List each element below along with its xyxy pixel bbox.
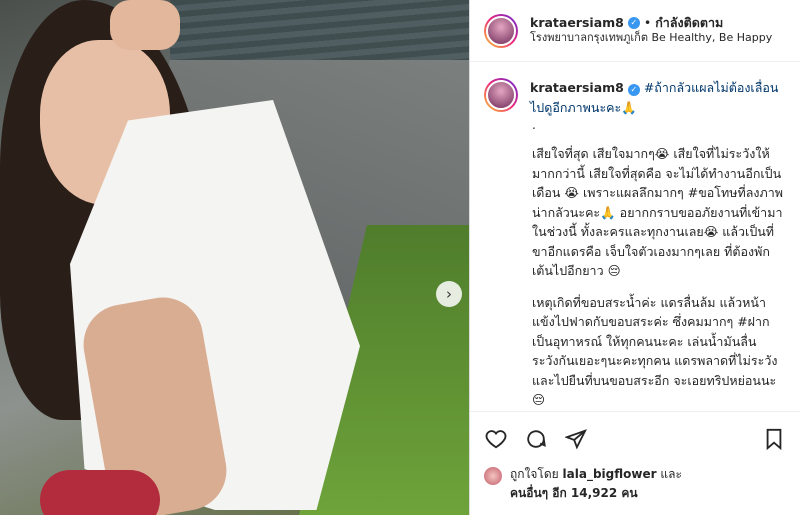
- verified-badge-icon: ✓: [627, 17, 640, 30]
- username-link[interactable]: krataersiam8: [530, 15, 624, 31]
- caption-area[interactable]: krataersiam8 ✓ #ถ้ากลัวแผลไม่ต้องเลื่อนไ…: [470, 62, 800, 411]
- action-bar: [470, 411, 800, 465]
- instagram-post-window: › krataersiam8 ✓ • กำลังติดตาม โรงพยาบาล…: [0, 0, 800, 515]
- post-side-panel: krataersiam8 ✓ • กำลังติดตาม โรงพยาบาลกร…: [469, 0, 800, 515]
- caption-body: เสียใจที่สุด เสียใจมากๆ😭 เสียใจที่ไม่ระว…: [532, 144, 786, 410]
- post-header: krataersiam8 ✓ • กำลังติดตาม โรงพยาบาลกร…: [470, 0, 800, 62]
- bookmark-icon[interactable]: [762, 427, 786, 451]
- verified-badge-icon: ✓: [627, 84, 640, 96]
- hand: [110, 0, 180, 50]
- liker-username[interactable]: lala_bigflower: [563, 467, 657, 481]
- caption-paragraph-1: เสียใจที่สุด เสียใจมากๆ😭 เสียใจที่ไม่ระว…: [532, 146, 783, 278]
- chevron-right-icon[interactable]: ›: [436, 281, 462, 307]
- separator: •: [643, 15, 652, 31]
- likes-prefix: ถูกใจโดย: [510, 467, 559, 481]
- avatar[interactable]: [484, 13, 518, 48]
- red-shoe: [40, 470, 160, 515]
- caption-paragraph-2: เหตุเกิดที่ขอบสระน้ำค่ะ แดรลื่นล้ม แล้วห…: [532, 294, 778, 408]
- caption-dot: .: [532, 118, 536, 132]
- liker-avatar: [484, 467, 502, 485]
- location-link[interactable]: โรงพยาบาลกรุงเทพภูเก็ต Be Healthy, Be Ha…: [530, 31, 772, 45]
- caption-avatar[interactable]: [484, 78, 518, 112]
- comment-icon[interactable]: [524, 427, 548, 451]
- heart-icon[interactable]: [484, 427, 508, 451]
- caption-username[interactable]: krataersiam8: [530, 80, 624, 95]
- likes-summary[interactable]: ถูกใจโดย lala_bigflower และ คนอื่นๆ อีก …: [470, 465, 800, 515]
- post-photo[interactable]: ›: [0, 0, 469, 515]
- share-icon[interactable]: [564, 427, 588, 451]
- pray-emoji: 🙏: [621, 100, 637, 115]
- likes-count[interactable]: คนอื่นๆ อีก 14,922 คน: [510, 486, 638, 500]
- following-button[interactable]: กำลังติดตาม: [655, 15, 723, 31]
- likes-and: และ: [660, 467, 682, 481]
